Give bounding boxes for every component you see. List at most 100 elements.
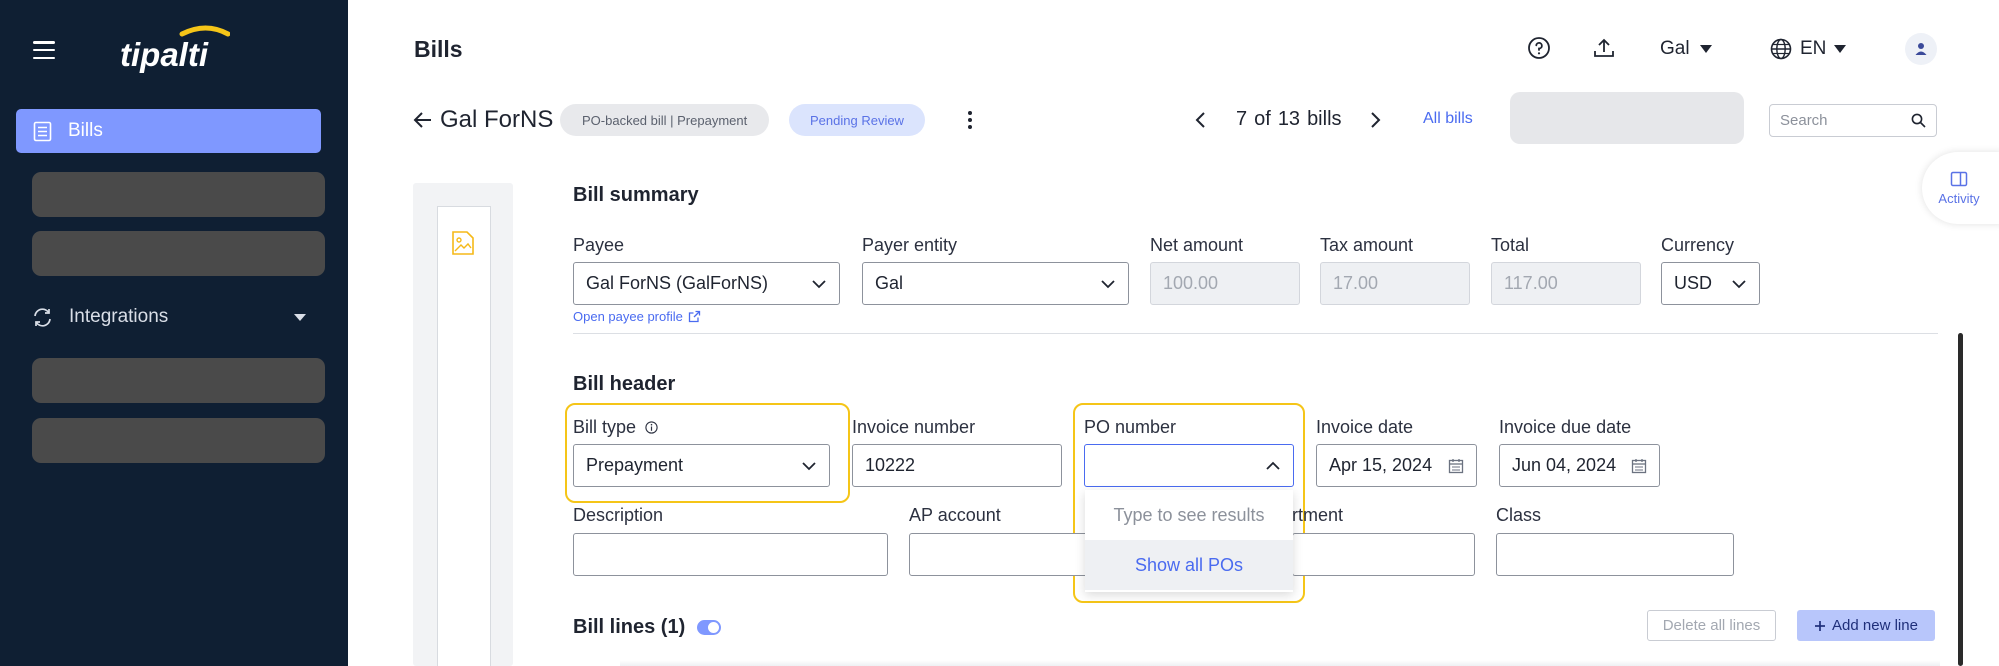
tax-amount-field: 17.00 bbox=[1320, 262, 1470, 305]
sidebar-item-placeholder[interactable] bbox=[32, 418, 325, 463]
menu-icon[interactable] bbox=[33, 41, 55, 59]
status-badge: Pending Review bbox=[789, 104, 925, 136]
chevron-left-icon[interactable] bbox=[1192, 111, 1210, 129]
language-code: EN bbox=[1800, 38, 1827, 59]
activity-label: Activity bbox=[1938, 191, 1980, 206]
chevron-up-icon bbox=[1266, 461, 1280, 470]
calendar-icon[interactable] bbox=[1448, 458, 1464, 474]
bill-summary-title: Bill summary bbox=[573, 184, 699, 206]
user-name: Gal bbox=[1660, 38, 1690, 59]
bill-pager: 7 of 13 bills bbox=[1236, 108, 1342, 131]
back-arrow-icon[interactable] bbox=[413, 110, 433, 130]
currency-value: USD bbox=[1674, 273, 1713, 293]
sidebar-item-placeholder[interactable] bbox=[32, 231, 325, 276]
tax-amount-value: 17.00 bbox=[1333, 273, 1379, 293]
due-date-picker[interactable]: Jun 04, 2024 bbox=[1499, 444, 1660, 487]
class-label: Class bbox=[1496, 505, 1542, 525]
user-menu[interactable]: Gal bbox=[1660, 38, 1712, 60]
currency-label: Currency bbox=[1661, 235, 1735, 255]
pager-total: 13 bbox=[1277, 108, 1301, 130]
payee-label: Payee bbox=[573, 235, 625, 255]
show-all-pos-option[interactable]: Show all POs bbox=[1085, 540, 1293, 590]
page-title: Bills bbox=[414, 36, 463, 62]
bill-name: Gal ForNS bbox=[440, 106, 554, 133]
payer-entity-label: Payer entity bbox=[862, 235, 958, 255]
chevron-right-icon[interactable] bbox=[1366, 111, 1384, 129]
due-date-value: Jun 04, 2024 bbox=[1512, 455, 1617, 475]
open-payee-profile-link[interactable]: Open payee profile bbox=[573, 309, 701, 324]
search-icon[interactable] bbox=[1911, 113, 1926, 128]
net-amount-value: 100.00 bbox=[1163, 273, 1219, 293]
net-amount-label: Net amount bbox=[1150, 235, 1244, 255]
delete-all-lines-button[interactable]: Delete all lines bbox=[1647, 610, 1776, 641]
more-options-icon[interactable] bbox=[963, 108, 977, 132]
bill-type-select[interactable]: Prepayment bbox=[573, 444, 830, 487]
plus-icon bbox=[1815, 620, 1826, 631]
tipalti-logo[interactable]: tipalti bbox=[120, 24, 230, 80]
ap-account-select[interactable] bbox=[909, 533, 1109, 576]
sidebar-item-integrations[interactable]: Integrations bbox=[32, 300, 306, 334]
chevron-down-icon bbox=[1101, 279, 1115, 288]
bill-lines-toggle[interactable] bbox=[697, 620, 721, 635]
po-number-input[interactable] bbox=[1084, 444, 1294, 487]
bill-header-title: Bill header bbox=[573, 373, 676, 395]
sidebar-item-placeholder[interactable] bbox=[32, 172, 325, 217]
currency-select[interactable]: USD bbox=[1661, 262, 1760, 305]
help-icon[interactable] bbox=[1527, 36, 1551, 60]
info-icon[interactable] bbox=[645, 421, 658, 434]
open-payee-profile-label: Open payee profile bbox=[573, 309, 683, 324]
bill-type-badge: PO-backed bill | Prepayment bbox=[560, 104, 770, 136]
payer-entity-value: Gal bbox=[875, 273, 904, 293]
bill-lines-title: Bill lines (1) bbox=[573, 616, 686, 638]
ap-account-label: AP account bbox=[909, 505, 1001, 525]
invoice-number-label: Invoice number bbox=[852, 417, 976, 437]
chevron-down-icon bbox=[812, 279, 826, 288]
po-number-label: PO number bbox=[1084, 417, 1177, 437]
caret-down-icon bbox=[1699, 45, 1712, 53]
total-value: 117.00 bbox=[1504, 273, 1558, 293]
invoice-date-picker[interactable]: Apr 15, 2024 bbox=[1316, 444, 1477, 487]
document-thumbnail-strip bbox=[437, 206, 491, 666]
payer-entity-select[interactable]: Gal bbox=[862, 262, 1129, 305]
search-box bbox=[1769, 104, 1937, 137]
class-select[interactable] bbox=[1496, 533, 1734, 576]
add-new-line-button[interactable]: Add new line bbox=[1797, 610, 1935, 641]
invoice-date-label: Invoice date bbox=[1316, 417, 1414, 437]
chevron-down-icon bbox=[294, 313, 306, 321]
add-new-line-label: Add new line bbox=[1832, 617, 1918, 634]
total-label: Total bbox=[1491, 235, 1530, 255]
bill-type-label-text: Bill type bbox=[573, 417, 637, 437]
description-label: Description bbox=[573, 505, 664, 525]
sidebar-item-label: Bills bbox=[68, 120, 103, 141]
language-select[interactable]: EN bbox=[1770, 38, 1847, 60]
department-label: rtment bbox=[1292, 505, 1344, 525]
description-input[interactable] bbox=[573, 533, 888, 576]
scrollbar[interactable] bbox=[1958, 333, 1963, 666]
action-placeholder[interactable] bbox=[1510, 92, 1744, 144]
caret-down-icon bbox=[1834, 45, 1847, 53]
invoice-date-value: Apr 15, 2024 bbox=[1329, 455, 1433, 475]
invoice-number-input[interactable]: 10222 bbox=[852, 444, 1062, 487]
globe-icon bbox=[1770, 38, 1792, 60]
avatar[interactable] bbox=[1905, 33, 1937, 65]
image-file-icon[interactable] bbox=[451, 230, 475, 256]
total-field: 117.00 bbox=[1491, 262, 1641, 305]
search-input[interactable] bbox=[1780, 112, 1900, 129]
sidebar: tipalti Bills Integrations bbox=[0, 0, 348, 666]
chevron-down-icon bbox=[1732, 279, 1746, 288]
po-number-dropdown: Type to see results Show all POs bbox=[1085, 490, 1293, 592]
pager-unit: bills bbox=[1307, 108, 1342, 130]
upload-icon[interactable] bbox=[1592, 36, 1616, 60]
bill-list-icon bbox=[33, 121, 52, 141]
sidebar-item-placeholder[interactable] bbox=[32, 358, 325, 403]
net-amount-field: 100.00 bbox=[1150, 262, 1300, 305]
activity-tab[interactable]: Activity bbox=[1922, 152, 1999, 224]
payee-select[interactable]: Gal ForNS (GalForNS) bbox=[573, 262, 840, 305]
department-select[interactable] bbox=[1292, 533, 1475, 576]
due-date-label: Invoice due date bbox=[1499, 417, 1632, 437]
payee-value: Gal ForNS (GalForNS) bbox=[586, 273, 769, 293]
calendar-icon[interactable] bbox=[1631, 458, 1647, 474]
dropdown-hint: Type to see results bbox=[1113, 504, 1265, 525]
sidebar-item-bills[interactable]: Bills bbox=[16, 109, 321, 153]
all-bills-link[interactable]: All bills bbox=[1423, 110, 1473, 128]
